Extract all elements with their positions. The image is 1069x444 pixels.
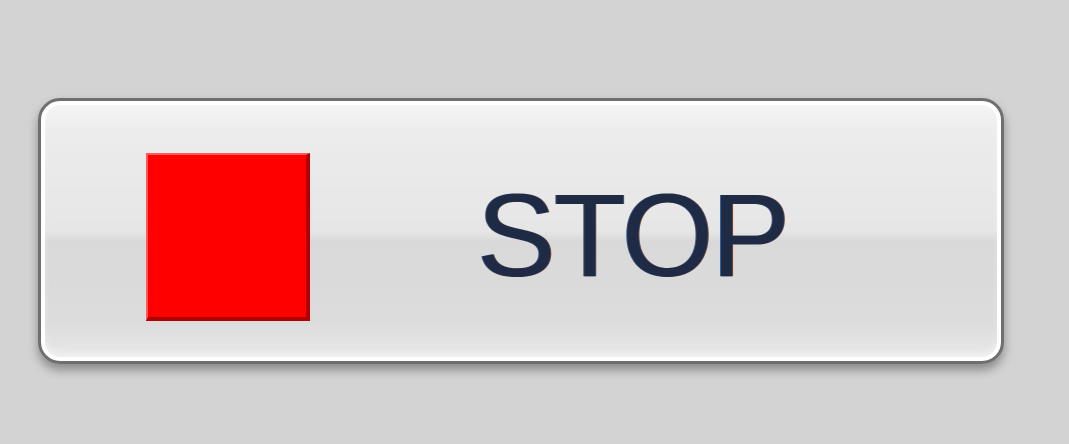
stop-icon xyxy=(146,153,310,321)
screenshot-canvas: STOP xyxy=(0,0,1069,444)
stop-button-label: STOP xyxy=(477,170,790,302)
stop-button[interactable]: STOP xyxy=(38,98,1004,364)
